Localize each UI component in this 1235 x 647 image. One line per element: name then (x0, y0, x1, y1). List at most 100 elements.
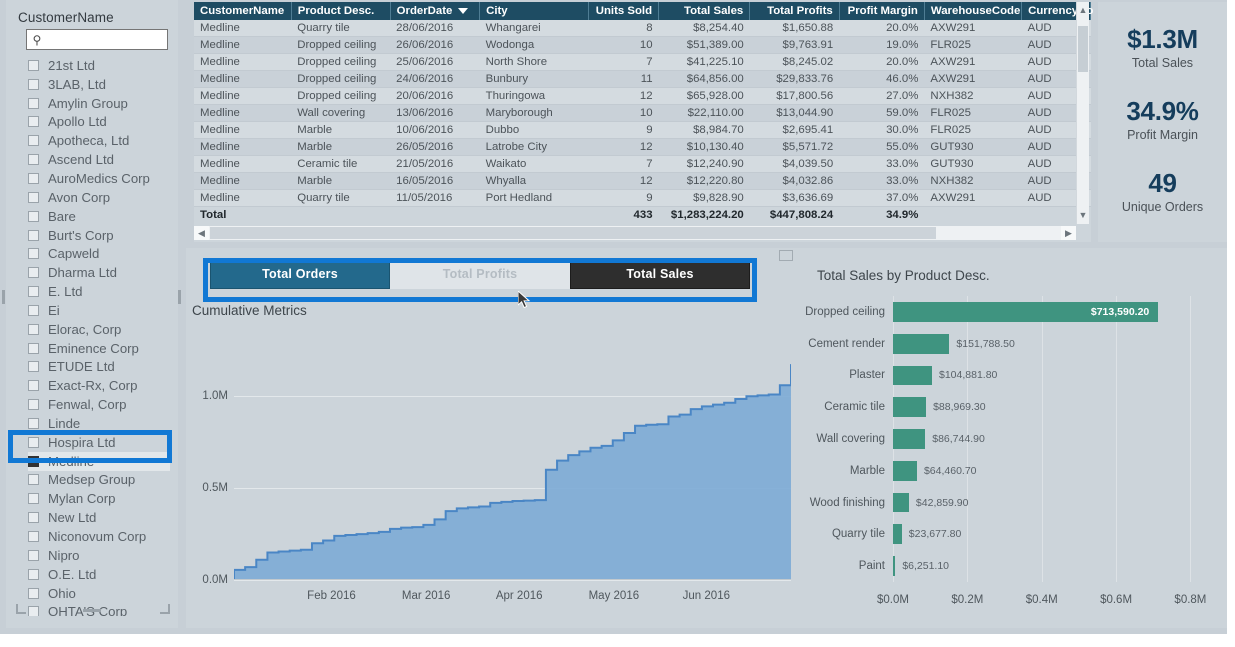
slicer-item[interactable]: Capweld (28, 244, 170, 263)
table-column-header[interactable]: Total Profits (749, 2, 840, 20)
bar-chart-row[interactable]: Ceramic tile $88,969.30 (824, 397, 1209, 418)
kpi-profit-margin[interactable]: 34.9% Profit Margin (1126, 98, 1199, 142)
checkbox-icon[interactable] (28, 116, 39, 128)
bar-rectangle[interactable]: $713,590.20 (893, 302, 1159, 322)
bar-rectangle[interactable] (893, 397, 927, 418)
checkbox-icon[interactable] (28, 267, 39, 279)
slicer-item[interactable]: Nipro (28, 546, 170, 565)
checkbox-icon[interactable] (28, 512, 39, 524)
slicer-item[interactable]: Exact-Rx, Corp (28, 376, 170, 395)
checkbox-icon[interactable] (28, 59, 39, 71)
scroll-left-icon[interactable]: ◀ (194, 226, 209, 240)
kpi-unique-orders[interactable]: 49 Unique Orders (1122, 170, 1203, 214)
checkbox-icon[interactable] (28, 549, 39, 561)
slicer-item[interactable]: O.E. Ltd (28, 565, 170, 584)
checkbox-icon[interactable] (28, 380, 39, 392)
table-row[interactable]: Medline Marble 26/05/2016 Latrobe City 12 $10… (194, 138, 1091, 157)
scroll-down-icon[interactable]: ▼ (1077, 209, 1089, 222)
slicer-item[interactable]: 3LAB, Ltd (28, 75, 170, 94)
bar-chart-plot[interactable]: $0.0M $0.2M $0.4M $0.6M $0.8M Dropped ceiling… (805, 296, 1209, 606)
focus-mode-icon[interactable] (779, 250, 793, 261)
metric-toggle-button-group[interactable]: Total Orders Total Profits Total Sales (210, 259, 750, 289)
slicer-item[interactable]: Amylin Group (28, 94, 170, 113)
bar-chart-row[interactable]: Wall covering $86,744.90 (816, 429, 1209, 449)
table-row[interactable]: Medline Quarry tile 28/06/2016 Whangarei 8 $8… (194, 20, 1091, 38)
table-row[interactable]: Medline Dropped ceiling 20/06/2016 Thuringo… (194, 87, 1091, 106)
slicer-resize-handle-bottom[interactable] (83, 609, 101, 612)
checkbox-icon[interactable] (28, 342, 39, 354)
checkbox-icon[interactable] (28, 568, 39, 580)
search-input[interactable] (47, 31, 167, 48)
bar-rectangle[interactable] (893, 333, 950, 354)
toggle-total-sales[interactable]: Total Sales (570, 259, 750, 289)
cumulative-metrics-visual[interactable]: Total Orders Total Profits Total Sales C… (186, 248, 803, 628)
vertical-scroll-thumb[interactable] (1078, 26, 1088, 72)
slicer-item[interactable]: Avon Corp (28, 188, 170, 207)
slicer-item[interactable]: Eminence Corp (28, 339, 170, 358)
slicer-item[interactable]: Medline (28, 451, 170, 471)
orders-table-visual[interactable]: CustomerName Product Desc. OrderDate City Un… (194, 2, 1093, 242)
slicer-item[interactable]: Fenwal, Corp (28, 395, 170, 414)
toggle-total-profits[interactable]: Total Profits (390, 259, 570, 289)
bar-rectangle[interactable] (893, 492, 909, 513)
horizontal-scroll-thumb[interactable] (210, 227, 936, 239)
checkbox-icon[interactable] (28, 606, 39, 616)
slicer-item[interactable]: Mylan Corp (28, 489, 170, 508)
checkbox-icon[interactable] (28, 531, 39, 543)
table-vertical-scrollbar[interactable]: ▲ ▼ (1076, 2, 1089, 224)
slicer-item[interactable]: ETUDE Ltd (28, 358, 170, 377)
slicer-resize-handle-left[interactable] (2, 290, 5, 304)
slicer-item[interactable]: Dharma Ltd (28, 263, 170, 282)
checkbox-icon[interactable] (28, 304, 39, 316)
checkbox-icon[interactable] (28, 323, 39, 335)
bar-rectangle[interactable] (893, 429, 926, 449)
table-row[interactable]: Medline Wall covering 13/06/2016 Maryboroug… (194, 104, 1091, 123)
table-column-header[interactable]: Product Desc. (291, 2, 391, 20)
checkbox-icon[interactable] (28, 172, 39, 184)
slicer-resize-corner-left[interactable] (16, 604, 26, 614)
bar-chart-row[interactable]: Wood finishing $42,859.90 (810, 492, 1209, 513)
checkbox-icon[interactable] (28, 399, 39, 411)
table-column-header[interactable]: WarehouseCode (924, 2, 1023, 20)
slicer-item[interactable]: Niconovum Corp (28, 527, 170, 546)
sort-descending-icon[interactable] (458, 7, 469, 14)
table-row[interactable]: Medline Dropped ceiling 24/06/2016 Bunbury 1… (194, 70, 1091, 89)
scroll-up-icon[interactable]: ▲ (1077, 4, 1089, 17)
bar-chart-row[interactable]: Cement render $151,788.50 (808, 333, 1209, 354)
checkbox-icon[interactable] (28, 248, 39, 260)
checkbox-icon[interactable] (28, 191, 39, 203)
bar-rectangle[interactable] (893, 556, 896, 576)
bar-chart-row[interactable]: Marble $64,460.70 (850, 460, 1209, 481)
slicer-item[interactable]: Burt's Corp (28, 226, 170, 245)
customer-name-slicer[interactable]: CustomerName ⚲ 21st Ltd 3LAB, Ltd Amylin G… (6, 0, 178, 628)
bar-rectangle[interactable] (893, 460, 917, 481)
table-column-header[interactable]: Profit Margin (839, 2, 925, 20)
slicer-resize-corner-right[interactable] (160, 604, 170, 614)
bar-chart-row[interactable]: Paint $6,251.10 (859, 556, 1209, 576)
area-chart-plot[interactable]: 0.0M 0.5M 1.0M Feb 2016 Mar 2016 Apr 2016 May … (202, 332, 791, 602)
checkbox-icon[interactable] (28, 286, 39, 298)
checkbox-icon[interactable] (28, 455, 39, 467)
slicer-item[interactable]: Apollo Ltd (28, 113, 170, 132)
table-row[interactable]: Medline Dropped ceiling 25/06/2016 North Sh… (194, 53, 1091, 72)
checkbox-icon[interactable] (28, 493, 39, 505)
slicer-item[interactable]: Medsep Group (28, 471, 170, 490)
slicer-item[interactable]: Elorac, Corp (28, 320, 170, 339)
table-row[interactable]: Medline Marble 16/05/2016 Whyalla 12 $12,220.… (194, 172, 1091, 191)
bar-chart-row[interactable]: Quarry tile $23,677.80 (832, 524, 1209, 545)
table-row[interactable]: Medline Quarry tile 11/05/2016 Port Hedland… (194, 189, 1091, 208)
slicer-item[interactable]: 21st Ltd (28, 56, 170, 75)
table-horizontal-scrollbar[interactable]: ◀ ▶ (194, 226, 1076, 240)
checkbox-icon[interactable] (28, 135, 39, 147)
slicer-item[interactable]: Linde (28, 414, 170, 433)
slicer-item[interactable]: AuroMedics Corp (28, 169, 170, 188)
table-column-header[interactable]: City (479, 2, 589, 20)
checkbox-icon[interactable] (28, 154, 39, 166)
table-row[interactable]: Medline Marble 10/06/2016 Dubbo 9 $8,984.70 $2… (194, 121, 1091, 140)
bar-rectangle[interactable] (893, 524, 902, 545)
scroll-right-icon[interactable]: ▶ (1061, 226, 1076, 240)
checkbox-icon[interactable] (28, 417, 39, 429)
bar-chart-row[interactable]: Plaster $104,881.80 (849, 365, 1209, 386)
slicer-item[interactable]: New Ltd (28, 508, 170, 527)
checkbox-icon[interactable] (28, 436, 39, 448)
